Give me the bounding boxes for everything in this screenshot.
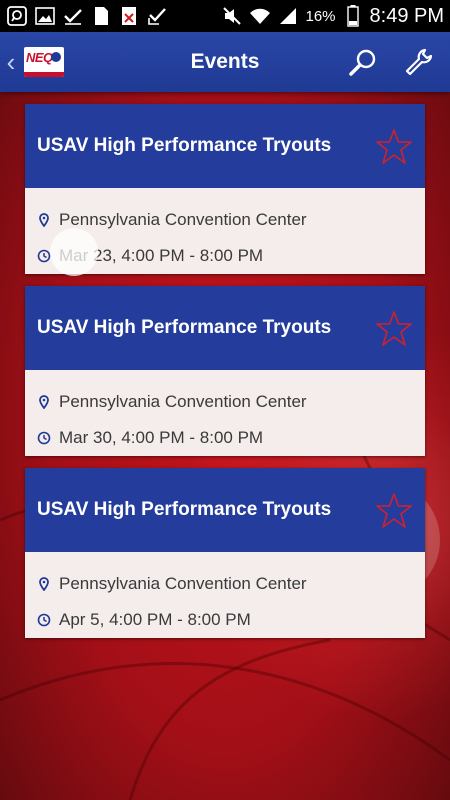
- logo-ball-icon: [51, 52, 61, 62]
- star-icon: [376, 493, 412, 528]
- favorite-star-button[interactable]: [375, 492, 413, 530]
- event-time-row: Mar 30, 4:00 PM - 8:00 PM: [25, 420, 425, 456]
- event-card-body: Pennsylvania Convention Center Mar 30, 4…: [25, 370, 425, 456]
- events-list: USAV High Performance Tryouts Pennsylvan…: [25, 104, 425, 650]
- event-location: Pennsylvania Convention Center: [59, 574, 307, 593]
- event-location: Pennsylvania Convention Center: [59, 392, 307, 411]
- sim-icon: [90, 5, 112, 27]
- back-chevron-icon[interactable]: ‹: [2, 47, 20, 78]
- event-card-body: Pennsylvania Convention Center Apr 5, 4:…: [25, 552, 425, 638]
- wrench-icon: [405, 48, 433, 76]
- clock-icon: [37, 613, 51, 627]
- location-pin-icon: [37, 395, 51, 409]
- event-title: USAV High Performance Tryouts: [37, 499, 332, 520]
- event-location-row: Pennsylvania Convention Center: [25, 566, 425, 602]
- signal-icon: [277, 5, 299, 27]
- favorite-star-button[interactable]: [375, 310, 413, 348]
- image-icon: [34, 5, 56, 27]
- event-card[interactable]: USAV High Performance Tryouts Pennsylvan…: [25, 468, 425, 638]
- battery-percent: 16%: [305, 7, 336, 25]
- event-time: Apr 5, 4:00 PM - 8:00 PM: [59, 610, 251, 629]
- settings-button[interactable]: [404, 47, 434, 77]
- event-card-header: USAV High Performance Tryouts: [25, 286, 425, 370]
- battery-icon: [342, 5, 364, 27]
- mute-icon: [221, 5, 243, 27]
- status-bar: 16% 8:49 PM: [0, 0, 450, 32]
- event-card-header: USAV High Performance Tryouts: [25, 104, 425, 188]
- event-card[interactable]: USAV High Performance Tryouts Pennsylvan…: [25, 286, 425, 456]
- event-time: Mar 30, 4:00 PM - 8:00 PM: [59, 428, 264, 447]
- star-icon: [376, 311, 412, 346]
- clock-icon: [37, 249, 51, 263]
- logo-text: NEQ: [26, 50, 53, 65]
- event-location-row: Pennsylvania Convention Center: [25, 384, 425, 420]
- event-title: USAV High Performance Tryouts: [37, 317, 332, 338]
- clock-icon: [37, 431, 51, 445]
- event-location: Pennsylvania Convention Center: [59, 210, 307, 229]
- event-title: USAV High Performance Tryouts: [37, 135, 332, 156]
- star-icon: [376, 129, 412, 164]
- clock-time: 8:49 PM: [369, 4, 444, 27]
- search-icon: [349, 49, 376, 76]
- logo-stripe: [24, 72, 64, 77]
- blocked-file-icon: [118, 5, 140, 27]
- check-box-icon: [146, 5, 168, 27]
- event-time-row: Apr 5, 4:00 PM - 8:00 PM: [25, 602, 425, 638]
- location-pin-icon: [37, 577, 51, 591]
- wifi-icon: [249, 5, 271, 27]
- favorite-star-button[interactable]: [375, 128, 413, 166]
- app-logo[interactable]: NEQ: [24, 47, 64, 77]
- search-button[interactable]: [348, 47, 378, 77]
- checkmark-icon: [62, 5, 84, 27]
- event-card-header: USAV High Performance Tryouts: [25, 468, 425, 552]
- touch-ripple: [50, 228, 98, 276]
- search-icon: [6, 5, 28, 27]
- app-bar: ‹ NEQ Events: [0, 32, 450, 92]
- location-pin-icon: [37, 213, 51, 227]
